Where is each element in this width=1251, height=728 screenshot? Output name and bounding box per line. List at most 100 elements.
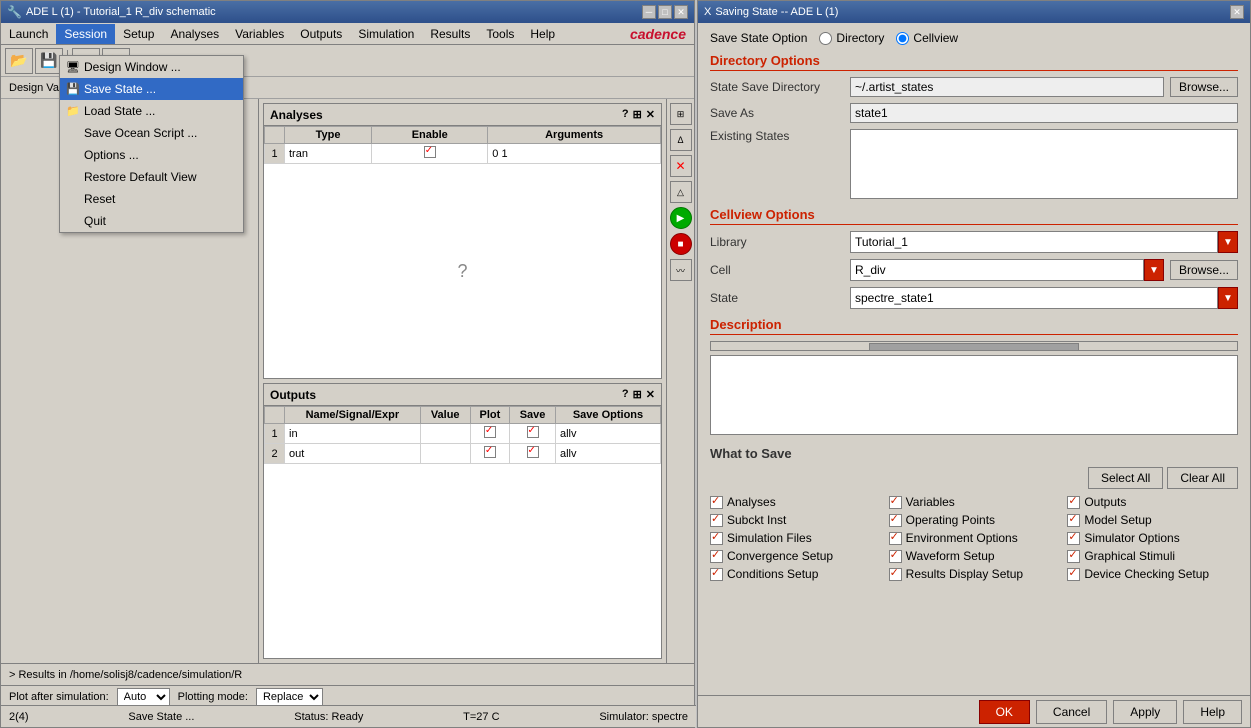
dialog-body: Save State Option Directory Cellview Dir… xyxy=(698,23,1250,697)
radio-cellview-label[interactable]: Cellview xyxy=(896,31,958,45)
outputs-help-icon[interactable]: ? xyxy=(622,388,629,401)
cb-waveform-setup-check[interactable] xyxy=(889,550,902,563)
radio-directory[interactable] xyxy=(819,32,832,45)
menu-restore-default-view[interactable]: Restore Default View xyxy=(60,166,243,188)
library-input[interactable]: Tutorial_1 xyxy=(850,231,1218,253)
description-textarea[interactable] xyxy=(710,355,1238,435)
library-dropdown-arrow[interactable]: ▼ xyxy=(1218,231,1238,253)
outputs-row2-name: out xyxy=(285,444,421,464)
cb-simulator-options: Simulator Options xyxy=(1067,531,1238,545)
cb-variables-label: Variables xyxy=(906,495,955,509)
apply-button[interactable]: Apply xyxy=(1113,700,1177,724)
state-value: spectre_state1 xyxy=(855,291,934,305)
menu-help[interactable]: Help xyxy=(522,24,563,44)
cb-simulation-files-label: Simulation Files xyxy=(727,531,812,545)
menu-tools[interactable]: Tools xyxy=(478,24,522,44)
cb-results-display-setup-check[interactable] xyxy=(889,568,902,581)
select-all-button[interactable]: Select All xyxy=(1088,467,1163,489)
cb-conditions-setup-check[interactable] xyxy=(710,568,723,581)
cell-input[interactable]: R_div xyxy=(850,259,1144,281)
save-state-option-row: Save State Option Directory Cellview xyxy=(710,31,1238,45)
outputs-row2-save[interactable] xyxy=(510,444,556,464)
menu-design-window[interactable]: 🖥 Design Window ... xyxy=(60,56,243,78)
menu-outputs[interactable]: Outputs xyxy=(292,24,350,44)
saving-dialog-title: Saving State -- ADE L (1) xyxy=(715,6,838,18)
ade-ready-status: Status: Ready xyxy=(294,711,363,723)
minimize-button[interactable]: ─ xyxy=(642,5,656,19)
cb-subckt-inst-check[interactable] xyxy=(710,514,723,527)
state-input[interactable]: spectre_state1 xyxy=(850,287,1218,309)
sidebar-btn-1[interactable]: ⊞ xyxy=(670,103,692,125)
cb-device-checking-setup-check[interactable] xyxy=(1067,568,1080,581)
menu-quit[interactable]: Quit xyxy=(60,210,243,232)
maximize-button[interactable]: □ xyxy=(658,5,672,19)
state-dropdown-arrow[interactable]: ▼ xyxy=(1218,287,1238,309)
dialog-footer: OK Cancel Apply Help xyxy=(698,695,1250,727)
cb-graphical-stimuli-check[interactable] xyxy=(1067,550,1080,563)
menu-analyses[interactable]: Analyses xyxy=(162,24,227,44)
plot-after-sim-select[interactable]: Auto None xyxy=(117,688,170,706)
sidebar-btn-2[interactable]: Δ xyxy=(670,129,692,151)
outputs-close-icon[interactable]: ✕ xyxy=(646,388,655,401)
analyses-title: Analyses xyxy=(270,108,323,122)
run-simulation-button[interactable]: ▶ xyxy=(670,207,692,229)
library-value: Tutorial_1 xyxy=(855,235,908,249)
outputs-row1-plot[interactable] xyxy=(470,424,509,444)
description-scrollbar[interactable] xyxy=(710,341,1238,351)
cancel-button[interactable]: Cancel xyxy=(1036,700,1107,724)
analyses-help-icon[interactable]: ? xyxy=(622,108,629,121)
sidebar-btn-4[interactable]: △ xyxy=(670,181,692,203)
cb-outputs-check[interactable] xyxy=(1067,496,1080,509)
outputs-row1-save[interactable] xyxy=(510,424,556,444)
cb-operating-points: Operating Points xyxy=(889,513,1060,527)
ok-button[interactable]: OK xyxy=(979,700,1030,724)
save-as-input[interactable] xyxy=(850,103,1238,123)
menu-save-ocean-script[interactable]: Save Ocean Script ... xyxy=(60,122,243,144)
menu-results[interactable]: Results xyxy=(422,24,478,44)
cb-waveform-setup-label: Waveform Setup xyxy=(906,549,995,563)
analyses-row-enable[interactable] xyxy=(372,144,488,164)
cb-variables-check[interactable] xyxy=(889,496,902,509)
sidebar-btn-3[interactable]: ✕ xyxy=(670,155,692,177)
menu-session[interactable]: Session xyxy=(56,24,115,44)
cb-environment-options-check[interactable] xyxy=(889,532,902,545)
cb-operating-points-check[interactable] xyxy=(889,514,902,527)
close-button[interactable]: ✕ xyxy=(674,5,688,19)
analyses-close-icon[interactable]: ✕ xyxy=(646,108,655,121)
sidebar-btn-wave[interactable]: 〰 xyxy=(670,259,692,281)
menu-simulation[interactable]: Simulation xyxy=(350,24,422,44)
cb-analyses-check[interactable] xyxy=(710,496,723,509)
cb-simulation-files-check[interactable] xyxy=(710,532,723,545)
outputs-expand-icon[interactable]: ⊞ xyxy=(633,388,642,401)
saving-dialog-close[interactable]: ✕ xyxy=(1230,5,1244,19)
cb-convergence-setup-check[interactable] xyxy=(710,550,723,563)
help-button[interactable]: Help xyxy=(1183,700,1242,724)
clear-all-button[interactable]: Clear All xyxy=(1167,467,1238,489)
menu-reset[interactable]: Reset xyxy=(60,188,243,210)
outputs-col-save: Save xyxy=(510,407,556,424)
saving-dialog-titlebar: X Saving State -- ADE L (1) ✕ xyxy=(698,1,1250,23)
cb-model-setup-check[interactable] xyxy=(1067,514,1080,527)
analyses-expand-icon[interactable]: ⊞ xyxy=(633,108,642,121)
menu-variables[interactable]: Variables xyxy=(227,24,292,44)
menu-load-state[interactable]: 📁 Load State ... xyxy=(60,100,243,122)
cell-dropdown-arrow[interactable]: ▼ xyxy=(1144,259,1164,281)
state-save-dir-input[interactable] xyxy=(850,77,1164,97)
cb-simulator-options-check[interactable] xyxy=(1067,532,1080,545)
outputs-row2-plot[interactable] xyxy=(470,444,509,464)
radio-cellview[interactable] xyxy=(896,32,909,45)
menu-setup[interactable]: Setup xyxy=(115,24,162,44)
toolbar-open-button[interactable]: 📂 xyxy=(5,48,33,74)
plotting-mode-select[interactable]: Replace Append xyxy=(256,688,323,706)
menu-launch[interactable]: Launch xyxy=(1,24,56,44)
menu-options[interactable]: Options ... xyxy=(60,144,243,166)
existing-states-box[interactable] xyxy=(850,129,1238,199)
stop-simulation-button[interactable]: ■ xyxy=(670,233,692,255)
menu-save-state[interactable]: 💾 Save State ... xyxy=(60,78,243,100)
radio-directory-label[interactable]: Directory xyxy=(819,31,884,45)
cell-browse-button[interactable]: Browse... xyxy=(1170,260,1238,280)
state-save-dir-browse-button[interactable]: Browse... xyxy=(1170,77,1238,97)
outputs-table: Name/Signal/Expr Value Plot Save Save Op… xyxy=(264,406,661,464)
analyses-help-large-icon[interactable]: ? xyxy=(457,261,467,282)
load-state-icon: 📁 xyxy=(66,105,80,118)
